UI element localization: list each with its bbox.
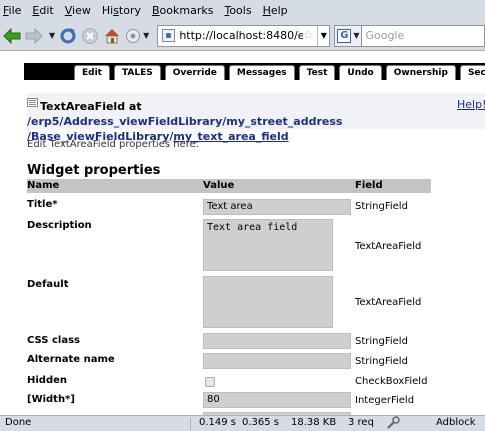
google-icon: G — [337, 28, 352, 43]
menu-help[interactable]: Help — [263, 4, 288, 17]
description-label: Description — [27, 220, 92, 231]
tab-test[interactable]: Test — [298, 65, 336, 80]
url-text[interactable]: http://localhost:8480/erp — [179, 29, 302, 42]
width-label: [Width*] — [27, 394, 75, 405]
status-time-2: 0.365 s — [242, 417, 280, 428]
site-button[interactable]: ▼ — [125, 25, 149, 47]
navigation-toolbar: ▼ ▼ http://localhost:8480/erp ☆ ▼ G ▼ Go… — [0, 21, 485, 51]
search-engine-selector[interactable]: G ▼ — [334, 24, 363, 47]
title-input[interactable]: Text area — [203, 199, 351, 215]
status-divider — [190, 418, 191, 430]
status-size: 18.38 KB — [291, 417, 337, 428]
menu-file[interactable]: File — [3, 4, 21, 17]
chevron-down-icon: ▼ — [353, 31, 360, 40]
tab-messages[interactable]: Messages — [228, 65, 295, 80]
forward-button[interactable] — [25, 25, 43, 47]
field-path-link[interactable]: /erp5/Address_viewFieldLibrary/my_street… — [27, 115, 342, 128]
back-button[interactable] — [3, 25, 21, 47]
help-link[interactable]: Help! — [457, 98, 485, 111]
tab-strip: Edit TALES Override Messages Test Undo O… — [74, 65, 485, 80]
width-input[interactable]: 80 — [203, 392, 351, 408]
menu-history[interactable]: History — [102, 4, 141, 17]
back-arrow-icon — [3, 27, 21, 44]
chevron-down-icon: ▼ — [49, 31, 56, 40]
stop-button[interactable] — [81, 25, 99, 47]
menu-bar: File Edit View History Bookmarks Tools H… — [0, 0, 485, 21]
tab-security[interactable]: Security — [459, 65, 485, 80]
css-class-field-type: StringField — [355, 336, 408, 347]
width-field-type: IntegerField — [355, 395, 415, 406]
description-field-type: TextAreaField — [355, 241, 422, 252]
home-button[interactable] — [103, 25, 121, 47]
table-header: Name Value Field — [27, 179, 431, 193]
title-field-type: StringField — [355, 201, 408, 212]
chevron-down-icon: ▼ — [143, 31, 150, 40]
alternate-name-field-type: StringField — [355, 356, 408, 367]
tab-edit[interactable]: Edit — [74, 65, 110, 80]
menu-view[interactable]: View — [65, 4, 91, 17]
bookmark-star-icon[interactable]: ☆ — [303, 28, 315, 43]
stop-icon — [82, 27, 99, 44]
reload-icon — [60, 27, 76, 43]
url-dropdown-icon[interactable]: ▼ — [317, 25, 329, 46]
status-bar: Done 0.149 s 0.365 s 18.38 KB 3 req Adbl… — [0, 415, 485, 431]
reload-button[interactable] — [59, 25, 77, 47]
default-field-type: TextAreaField — [355, 297, 422, 308]
tab-tales[interactable]: TALES — [113, 65, 161, 80]
tab-ownership[interactable]: Ownership — [385, 65, 456, 80]
column-field: Field — [355, 180, 383, 191]
column-value: Value — [203, 180, 235, 191]
title-label: Title* — [27, 199, 58, 210]
section-title: Widget properties — [27, 163, 161, 178]
search-input[interactable]: Google — [362, 24, 485, 47]
menu-tools[interactable]: Tools — [224, 4, 251, 17]
default-textarea[interactable] — [203, 276, 333, 328]
menu-bookmarks[interactable]: Bookmarks — [152, 4, 213, 17]
status-time-1: 0.149 s — [199, 417, 237, 428]
forward-arrow-icon — [25, 27, 43, 44]
home-icon — [105, 28, 120, 43]
globe-icon — [126, 28, 141, 43]
default-label: Default — [27, 279, 69, 290]
column-name: Name — [27, 180, 60, 191]
css-class-input[interactable] — [203, 333, 351, 349]
status-text: Done — [5, 417, 32, 428]
description-textarea[interactable]: Text area field — [203, 219, 333, 271]
wrench-icon[interactable] — [386, 416, 400, 431]
page-title: TextAreaField at /erp5/Address_viewField… — [27, 99, 437, 144]
history-dropdown[interactable]: ▼ — [47, 25, 55, 47]
alternate-name-label: Alternate name — [27, 354, 115, 365]
title-lead: TextAreaField at — [40, 100, 142, 113]
hidden-label: Hidden — [27, 375, 68, 386]
page-content: Edit TALES Override Messages Test Undo O… — [0, 51, 485, 415]
hidden-checkbox[interactable] — [205, 377, 215, 387]
form-description: Edit TextAreaField properties here. — [27, 139, 199, 150]
favicon-icon — [162, 29, 176, 42]
alternate-name-input[interactable] — [203, 353, 351, 369]
url-bar[interactable]: http://localhost:8480/erp ☆ ▼ — [157, 24, 331, 47]
hidden-field-type: CheckBoxField — [355, 376, 428, 387]
status-requests: 3 req — [348, 417, 374, 428]
adblock-label[interactable]: Adblock — [436, 417, 476, 428]
tab-override[interactable]: Override — [164, 65, 225, 80]
menu-edit[interactable]: Edit — [32, 4, 53, 17]
css-class-label: CSS class — [27, 335, 80, 346]
tab-undo[interactable]: Undo — [339, 65, 382, 80]
